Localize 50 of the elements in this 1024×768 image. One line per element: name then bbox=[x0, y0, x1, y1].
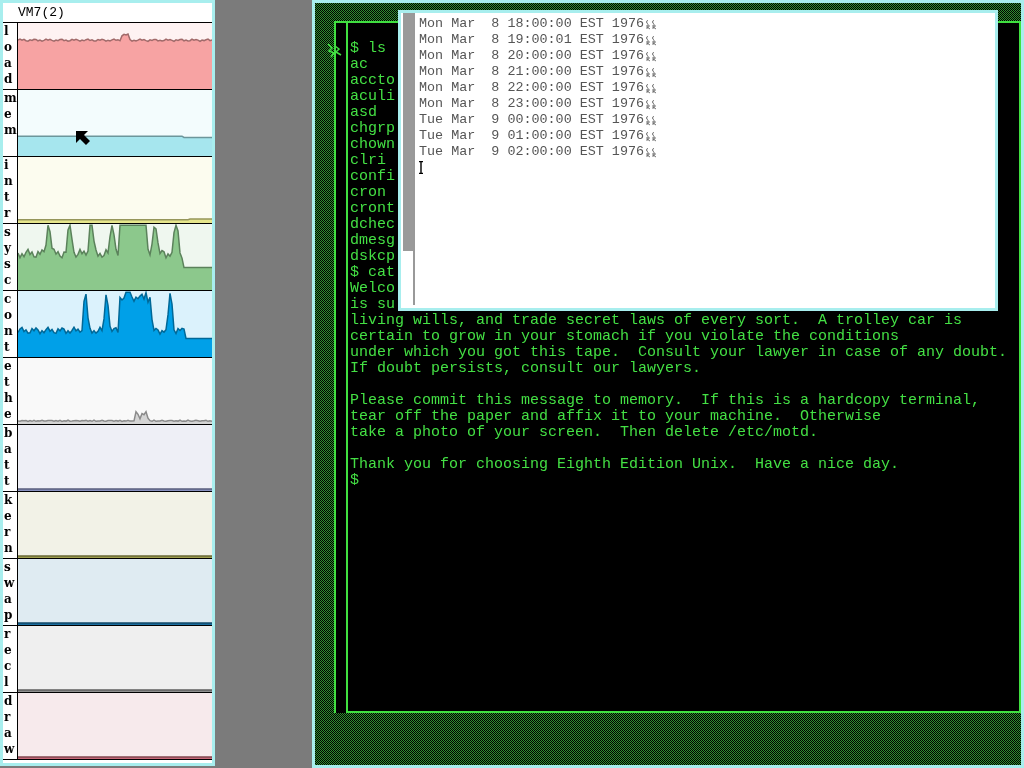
date-line: Mon Mar 8 19:00:01 EST 1976 bbox=[419, 32, 644, 48]
terminal-line: clri bbox=[350, 153, 386, 169]
glyph-icon bbox=[644, 130, 658, 142]
terminal-line: under which you got this tape. Consult your lawyer in case of any doubt. bbox=[350, 345, 1008, 361]
date-line: Mon Mar 8 20:00:00 EST 1976 bbox=[419, 48, 644, 64]
date-line: Mon Mar 8 21:00:00 EST 1976 bbox=[419, 64, 644, 80]
scroll-bar[interactable] bbox=[336, 23, 348, 713]
text-cursor-icon bbox=[419, 161, 423, 174]
terminal-line: confi bbox=[350, 169, 395, 185]
glyph-icon bbox=[644, 82, 658, 94]
window-title: VM7(2) bbox=[18, 6, 65, 19]
terminal-line: dchec bbox=[350, 217, 395, 233]
terminal-line: $ ls bbox=[350, 41, 386, 57]
terminal-line: $ bbox=[350, 473, 359, 489]
date-line: Tue Mar 9 01:00:00 EST 1976 bbox=[419, 128, 644, 144]
scroll-thumb[interactable] bbox=[403, 13, 413, 251]
glyph-icon bbox=[644, 34, 658, 46]
terminal-line: accto bbox=[350, 73, 395, 89]
terminal-line: chgrp bbox=[350, 121, 395, 137]
date-line: Mon Mar 8 22:00:00 EST 1976 bbox=[419, 80, 644, 96]
terminal-line: aculi bbox=[350, 89, 395, 105]
terminal-line: is su bbox=[350, 297, 395, 313]
terminal-line: take a photo of your screen. Then delete /etc/motd. bbox=[350, 425, 819, 441]
terminal-line: dskcp bbox=[350, 249, 395, 265]
terminal-line: Thank you for choosing Eighth Edition Unix. Have a nice day. bbox=[350, 457, 900, 473]
terminal-line: cron bbox=[350, 185, 386, 201]
terminal-line: $ cat bbox=[350, 265, 395, 281]
terminal-line: living wills, and trade secret laws of every sort. A trolley car is bbox=[350, 313, 963, 329]
date-line: Mon Mar 8 23:00:00 EST 1976 bbox=[419, 96, 644, 112]
terminal-line: If doubt persists, consult our lawyers. bbox=[350, 361, 702, 377]
glyph-icon bbox=[644, 50, 658, 62]
terminal-line: tear off the paper and affix it to your machine. Otherwise bbox=[350, 409, 882, 425]
terminal-line: dmesg bbox=[350, 233, 395, 249]
date-line: Tue Mar 9 02:00:00 EST 1976 bbox=[419, 144, 644, 160]
pointer-icon bbox=[75, 130, 91, 146]
terminal-line: certain to grow in your stomach if you violate the conditions bbox=[350, 329, 900, 345]
glyph-icon bbox=[644, 114, 658, 126]
glyph-icon bbox=[644, 66, 658, 78]
terminal-line: Please commit this message to memory. If this is a hardcopy terminal, bbox=[350, 393, 981, 409]
date-line: Mon Mar 8 18:00:00 EST 1976 bbox=[419, 16, 644, 32]
terminal-line: Welco bbox=[350, 281, 395, 297]
terminal-line: chown bbox=[350, 137, 395, 153]
glyph-icon bbox=[644, 146, 658, 158]
glyph-icon bbox=[644, 18, 658, 30]
terminal-line: cront bbox=[350, 201, 395, 217]
terminal-line: ac bbox=[350, 57, 368, 73]
date-line: Tue Mar 9 00:00:00 EST 1976 bbox=[419, 112, 644, 128]
scroll-bar[interactable] bbox=[403, 13, 415, 305]
glyph-icon bbox=[644, 98, 658, 110]
terminal-line: asd bbox=[350, 105, 377, 121]
